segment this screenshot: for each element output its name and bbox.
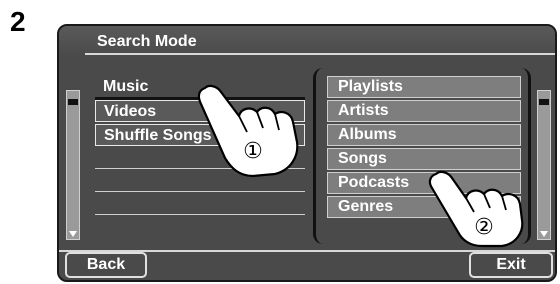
left-scroll-thumb[interactable] xyxy=(68,99,78,105)
pointing-hand-icon: ① xyxy=(197,84,299,178)
title-bar: Search Mode xyxy=(59,26,555,56)
scroll-down-icon[interactable] xyxy=(69,231,77,237)
right-scrollbar[interactable] xyxy=(537,90,551,240)
submenu-item-albums[interactable]: Albums xyxy=(327,124,521,146)
exit-button[interactable]: Exit xyxy=(469,252,553,278)
list-item-label: Videos xyxy=(104,103,157,120)
screen-title: Search Mode xyxy=(97,33,197,50)
title-divider xyxy=(85,53,555,55)
empty-slot-divider xyxy=(95,214,305,215)
submenu-item-playlists[interactable]: Playlists xyxy=(327,76,521,98)
bottom-bar: Back Exit xyxy=(59,248,555,280)
callout-2: ② xyxy=(474,215,494,240)
callout-1: ① xyxy=(243,139,263,164)
scroll-down-icon[interactable] xyxy=(540,231,548,237)
right-scroll-thumb[interactable] xyxy=(539,99,549,105)
submenu-item-artists[interactable]: Artists xyxy=(327,100,521,122)
pointing-hand-icon: ② xyxy=(428,170,524,248)
left-scrollbar[interactable] xyxy=(66,90,80,240)
back-button[interactable]: Back xyxy=(65,252,147,278)
empty-slot-divider xyxy=(95,191,305,192)
step-number: 2 xyxy=(10,6,26,37)
submenu-item-songs[interactable]: Songs xyxy=(327,148,521,170)
list-item-label: Music xyxy=(103,78,149,95)
